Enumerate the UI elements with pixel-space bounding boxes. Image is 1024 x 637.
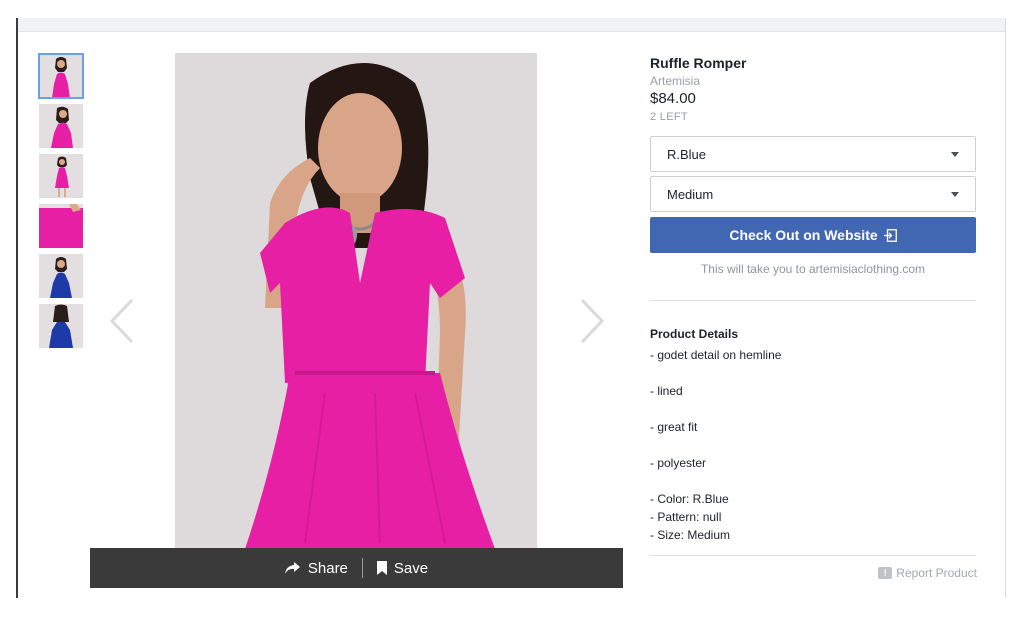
product-info-panel: Ruffle Romper Artemisia $84.00 2 LEFT R.…	[650, 55, 977, 580]
share-arrow-icon	[284, 562, 300, 574]
chevron-down-icon	[951, 151, 959, 157]
detail-item: - polyester	[650, 456, 707, 470]
product-price: $84.00	[650, 90, 696, 107]
color-select-value: R.Blue	[667, 146, 707, 162]
report-product-link[interactable]: ! Report Product	[878, 566, 977, 580]
detail-item: - godet detail on hemline	[650, 348, 782, 362]
previous-image-button[interactable]	[106, 296, 140, 346]
divider	[650, 300, 976, 301]
stock-count: 2 LEFT	[650, 111, 688, 123]
thumbnail-3[interactable]	[39, 154, 83, 198]
thumbnail-5-image	[39, 254, 83, 298]
size-select-value: Medium	[667, 186, 714, 202]
window-right-border	[1005, 18, 1006, 598]
share-label: Share	[307, 559, 348, 577]
thumbnail-5[interactable]	[39, 254, 83, 298]
thumbnail-4[interactable]	[39, 204, 83, 248]
checkout-label: Check Out on Website	[729, 227, 878, 243]
checkout-button[interactable]: Check Out on Website	[650, 217, 976, 253]
thumbnail-3-image	[39, 154, 83, 198]
save-button[interactable]: Save	[363, 560, 442, 577]
chevron-down-icon	[951, 191, 959, 197]
thumbnail-strip	[38, 53, 84, 354]
external-link-icon	[883, 228, 897, 242]
detail-item: - lined	[650, 384, 683, 398]
thumbnail-1[interactable]	[38, 53, 84, 99]
save-label: Save	[393, 559, 429, 577]
report-label: Report Product	[896, 566, 977, 580]
chevron-right-icon	[580, 298, 605, 344]
product-title: Ruffle Romper	[650, 55, 747, 71]
thumbnail-1-image	[39, 54, 83, 98]
detail-item: - great fit	[650, 420, 698, 434]
detail-item: - Size: Medium	[650, 528, 731, 542]
thumbnail-2[interactable]	[39, 104, 83, 148]
thumbnail-4-image	[39, 204, 83, 248]
detail-item: - Color: R.Blue	[650, 492, 729, 506]
chevron-left-icon	[109, 298, 134, 344]
main-product-image	[175, 53, 537, 549]
checkout-note: This will take you to artemisiaclothing.…	[700, 262, 926, 276]
detail-item: - Pattern: null	[650, 510, 722, 524]
color-select[interactable]: R.Blue	[650, 136, 976, 172]
product-brand[interactable]: Artemisia	[650, 74, 977, 88]
window-left-border	[16, 18, 18, 598]
top-bar	[18, 18, 1005, 32]
size-select[interactable]: Medium	[650, 176, 976, 212]
product-details-heading: Product Details	[650, 327, 739, 341]
thumbnail-6-image	[39, 304, 83, 348]
divider	[650, 555, 976, 556]
bookmark-icon	[376, 561, 387, 575]
thumbnail-6[interactable]	[39, 304, 83, 348]
report-flag-icon: !	[878, 567, 893, 579]
thumbnail-2-image	[39, 104, 83, 148]
product-photo	[175, 53, 537, 549]
share-save-bar: Share Save	[90, 548, 623, 588]
next-image-button[interactable]	[574, 296, 608, 346]
product-details-list: - godet detail on hemline - lined - grea…	[650, 346, 976, 544]
share-button[interactable]: Share	[271, 560, 362, 577]
